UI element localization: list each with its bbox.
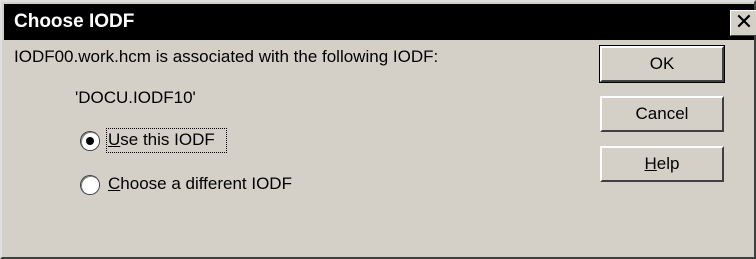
use-this-iodf-label[interactable]: Use this IODF bbox=[108, 130, 215, 150]
ok-button[interactable]: OK bbox=[599, 45, 725, 83]
close-button[interactable]: ✕ bbox=[730, 10, 756, 36]
choose-different-iodf-radio[interactable] bbox=[81, 176, 99, 194]
close-icon: ✕ bbox=[734, 10, 754, 35]
use-this-iodf-radio[interactable] bbox=[81, 132, 99, 150]
mnemonic-h: H bbox=[644, 154, 657, 173]
dialog-title: Choose IODF bbox=[14, 11, 135, 32]
mnemonic-u: U bbox=[108, 130, 121, 149]
radio-selected-dot bbox=[86, 137, 94, 145]
label-rest: hoose a different IODF bbox=[120, 174, 292, 193]
mnemonic-c: C bbox=[108, 174, 121, 193]
choose-different-iodf-label[interactable]: Choose a different IODF bbox=[108, 174, 292, 194]
label-rest: se this IODF bbox=[120, 130, 215, 149]
title-bar: Choose IODF ✕ bbox=[4, 4, 756, 40]
iodf-name: 'DOCU.IODF10' bbox=[75, 88, 196, 107]
association-message: IODF00.work.hcm is associated with the f… bbox=[14, 47, 439, 66]
cancel-button[interactable]: Cancel bbox=[600, 96, 724, 132]
label-rest: elp bbox=[656, 154, 680, 173]
help-button[interactable]: Help bbox=[600, 146, 724, 182]
choose-iodf-dialog: Choose IODF ✕ IODF00.work.hcm is associa… bbox=[0, 0, 756, 259]
